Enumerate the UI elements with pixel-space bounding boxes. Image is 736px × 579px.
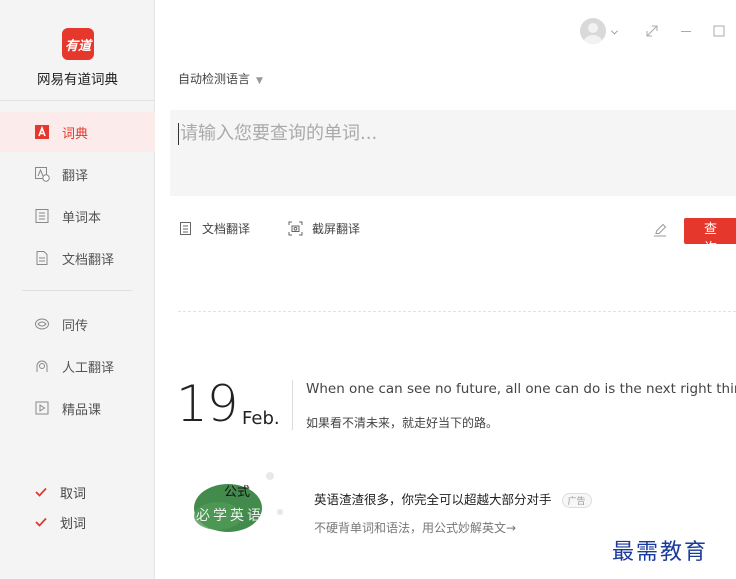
ad-title[interactable]: 英语渣渣很多，你完全可以超越大部分对手 广告 [314, 489, 592, 508]
app-window: 有道 网易有道词典 词典 翻译 单词本 文档翻译 同传 人工翻译 精品课 取词 … [0, 0, 736, 579]
course-icon [34, 400, 50, 416]
sidebar-item-label: 单词本 [62, 210, 102, 226]
checkbox-select-word[interactable]: 划词 [34, 510, 86, 534]
pen-icon[interactable] [652, 222, 668, 238]
checkbox-pick-word[interactable]: 取词 [34, 480, 86, 504]
daily-divider [292, 380, 293, 430]
human-translate-icon [34, 358, 50, 374]
screenshot-translate-button[interactable]: 截屏翻译 [288, 220, 360, 237]
document-icon [180, 222, 191, 235]
maximize-icon[interactable] [713, 25, 725, 40]
sidebar-item-label: 词典 [62, 126, 89, 142]
daily-day: 19 [176, 375, 239, 433]
sidebar: 有道 网易有道词典 词典 翻译 单词本 文档翻译 同传 人工翻译 精品课 取词 … [0, 0, 155, 579]
checkmark-icon [34, 485, 48, 499]
ad-subtitle[interactable]: 不硬背单词和语法，用公式妙解英文→ [314, 519, 516, 536]
sidebar-item-label: 翻译 [62, 168, 89, 184]
watermark: 最需教育 [612, 540, 709, 565]
daily-month: Feb. [242, 408, 280, 429]
ad-image-text-top: 公式 [224, 485, 250, 500]
sidebar-item-label: 精品课 [62, 402, 102, 418]
daily-quote-cn: 如果看不清未来，就走好当下的路。 [306, 416, 499, 430]
interpret-icon [34, 316, 50, 332]
translate-icon [34, 166, 50, 182]
text-cursor [178, 123, 179, 145]
doc-translate-label: 文档翻译 [202, 222, 251, 236]
ad-title-text: 英语渣渣很多，你完全可以超越大部分对手 [314, 492, 552, 507]
daily-quote-en[interactable]: When one can see no future, all one can … [306, 381, 736, 397]
document-icon [34, 250, 50, 266]
language-select-label: 自动检测语言 [178, 72, 251, 86]
sidebar-item-dictionary[interactable]: 词典 [0, 112, 155, 152]
sidebar-item-translate[interactable]: 翻译 [0, 154, 155, 194]
chevron-down-icon[interactable] [610, 26, 619, 40]
checkbox-label: 取词 [60, 486, 87, 502]
ad-image-text-bottom: 必学英语 [196, 507, 264, 524]
checkmark-icon [34, 515, 48, 529]
camera-icon [288, 221, 303, 236]
sidebar-item-wordbook[interactable]: 单词本 [0, 196, 155, 236]
wordbook-icon [34, 208, 50, 224]
sidebar-item-label: 文档翻译 [62, 252, 115, 268]
checkbox-label: 划词 [60, 516, 87, 532]
ad-image[interactable]: 公式 必学英语 [188, 466, 284, 536]
user-avatar[interactable] [580, 18, 606, 44]
section-divider [178, 311, 736, 312]
caret-down-icon: ▼ [256, 76, 263, 86]
sidebar-item-document[interactable]: 文档翻译 [0, 238, 155, 278]
sidebar-item-human-translate[interactable]: 人工翻译 [0, 346, 155, 386]
doc-translate-button[interactable]: 文档翻译 [178, 220, 250, 237]
ad-badge: 广告 [561, 493, 592, 508]
app-logo: 有道 [62, 28, 94, 60]
sidebar-item-course[interactable]: 精品课 [0, 388, 155, 428]
sidebar-item-label: 人工翻译 [62, 360, 115, 376]
minimize-icon[interactable] [680, 25, 692, 40]
screenshot-translate-label: 截屏翻译 [312, 222, 361, 236]
compact-mode-icon[interactable] [646, 25, 658, 40]
search-button[interactable]: 查询 [684, 218, 736, 256]
sidebar-divider [0, 100, 155, 101]
query-box[interactable] [170, 110, 736, 196]
sidebar-divider [22, 290, 132, 291]
sidebar-item-interpret[interactable]: 同传 [0, 304, 155, 344]
language-select[interactable]: 自动检测语言 ▼ [178, 70, 263, 87]
sidebar-item-label: 同传 [62, 318, 89, 334]
brand-name: 网易有道词典 [37, 72, 118, 88]
dict-icon [34, 124, 50, 140]
query-input[interactable] [178, 122, 722, 145]
